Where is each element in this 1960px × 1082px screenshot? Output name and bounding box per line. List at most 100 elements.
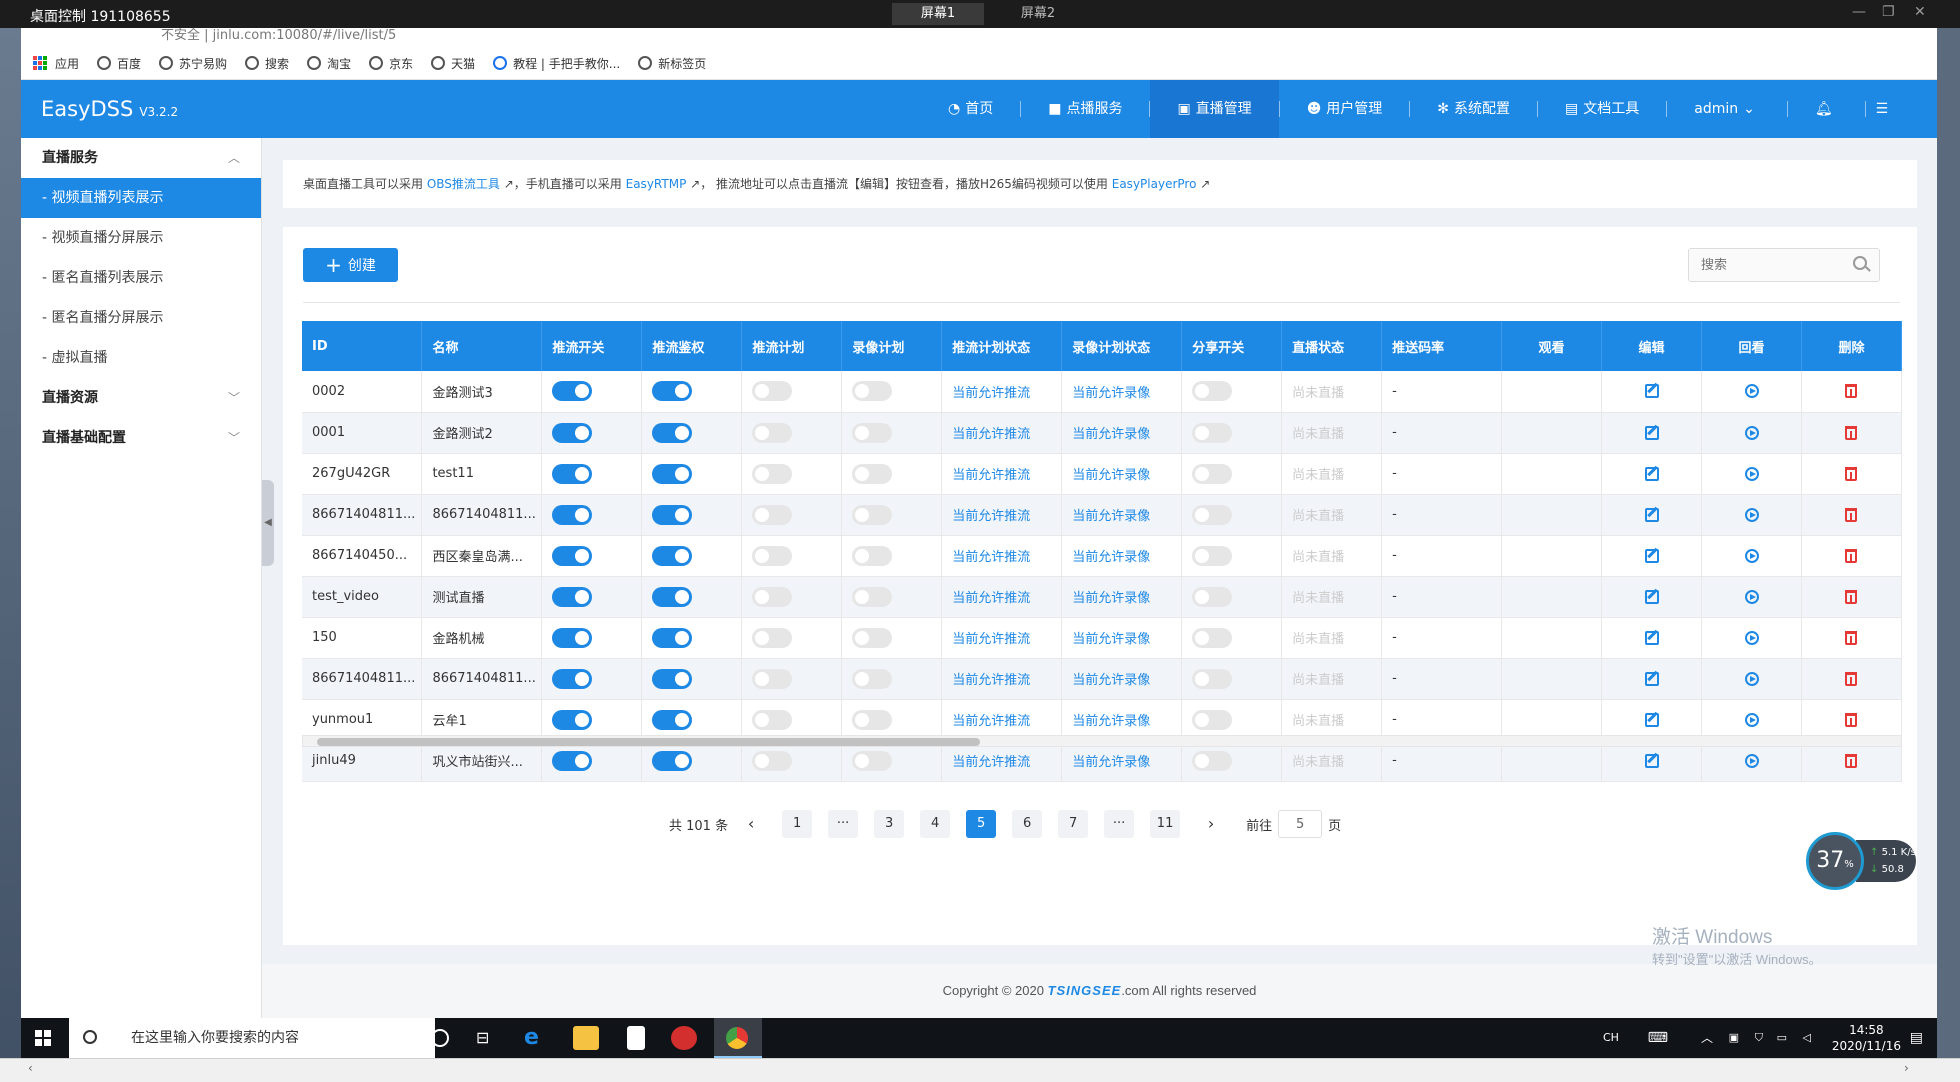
share-switch-toggle[interactable] bbox=[1192, 463, 1233, 484]
scroll-right-icon[interactable]: › bbox=[1904, 1061, 1909, 1075]
bookmark-apps[interactable]: 应用 bbox=[33, 55, 79, 72]
share-switch-toggle[interactable] bbox=[1192, 709, 1233, 730]
nav-home[interactable]: ◔ 首页 bbox=[921, 80, 1020, 138]
replay-icon[interactable] bbox=[1744, 466, 1759, 481]
user-menu[interactable]: admin ⌄ bbox=[1667, 80, 1787, 138]
replay-icon[interactable] bbox=[1744, 384, 1759, 399]
replay-icon[interactable] bbox=[1744, 753, 1759, 768]
nav-live[interactable]: ▣ 直播管理 bbox=[1150, 80, 1279, 138]
search-icon[interactable] bbox=[1853, 256, 1867, 270]
search-input[interactable] bbox=[1688, 248, 1880, 282]
push-plan-toggle[interactable] bbox=[752, 381, 793, 402]
remote-scrollbar[interactable]: ‹ › bbox=[0, 1058, 1960, 1082]
sidebar-group-live-resources[interactable]: 直播资源 ﹀ bbox=[21, 378, 261, 418]
replay-icon[interactable] bbox=[1744, 507, 1759, 522]
notification-bell[interactable]: 🔔︎ bbox=[1788, 80, 1865, 138]
record-plan-toggle[interactable] bbox=[852, 627, 893, 648]
nav-users[interactable]: ☻ 用户管理 bbox=[1280, 80, 1410, 138]
file-explorer-icon[interactable] bbox=[573, 1026, 599, 1050]
screen2-tab[interactable]: 屏幕2 bbox=[992, 3, 1084, 25]
delete-icon[interactable] bbox=[1845, 384, 1858, 399]
push-switch-toggle[interactable] bbox=[552, 504, 593, 525]
record-plan-status-link[interactable]: 当前允许录像 bbox=[1061, 494, 1183, 536]
push-plan-status-link[interactable]: 当前允许推流 bbox=[941, 535, 1063, 577]
taskbar-clock[interactable]: 14:58 2020/11/16 bbox=[1832, 1022, 1901, 1054]
delete-icon[interactable] bbox=[1845, 671, 1858, 686]
push-plan-toggle[interactable] bbox=[752, 586, 793, 607]
current-page-button[interactable]: 5 bbox=[966, 810, 997, 838]
push-plan-status-link[interactable]: 当前允许推流 bbox=[941, 371, 1063, 413]
edit-icon[interactable] bbox=[1644, 466, 1659, 481]
delete-icon[interactable] bbox=[1845, 466, 1858, 481]
push-switch-toggle[interactable] bbox=[552, 709, 593, 730]
page-button[interactable]: 3 bbox=[874, 810, 905, 838]
push-auth-toggle[interactable] bbox=[652, 750, 693, 771]
edit-icon[interactable] bbox=[1644, 548, 1659, 563]
edit-icon[interactable] bbox=[1644, 753, 1659, 768]
screen1-tab[interactable]: 屏幕1 bbox=[892, 3, 984, 25]
share-switch-toggle[interactable] bbox=[1192, 627, 1233, 648]
goto-page-input[interactable]: 5 bbox=[1278, 810, 1323, 838]
bookmark-jd[interactable]: 京东 bbox=[369, 55, 413, 72]
sidebar-group-live-service[interactable]: 直播服务 ︿ bbox=[21, 138, 261, 178]
replay-icon[interactable] bbox=[1744, 425, 1759, 440]
delete-icon[interactable] bbox=[1845, 712, 1858, 727]
bookmark-taobao[interactable]: 淘宝 bbox=[307, 55, 351, 72]
record-plan-status-link[interactable]: 当前允许录像 bbox=[1061, 576, 1183, 618]
tsingsee-logo[interactable]: TSINGSEE bbox=[1048, 983, 1122, 998]
sidebar-item-virtual-live[interactable]: - 虚拟直播 bbox=[21, 338, 261, 378]
delete-icon[interactable] bbox=[1845, 630, 1858, 645]
push-plan-toggle[interactable] bbox=[752, 504, 793, 525]
record-plan-toggle[interactable] bbox=[852, 545, 893, 566]
horizontal-scrollbar[interactable] bbox=[302, 735, 1902, 747]
share-switch-toggle[interactable] bbox=[1192, 586, 1233, 607]
record-plan-toggle[interactable] bbox=[852, 422, 893, 443]
push-plan-status-link[interactable]: 当前允许推流 bbox=[941, 412, 1063, 454]
task-view-icon[interactable]: ⊟ bbox=[476, 1026, 502, 1050]
record-plan-toggle[interactable] bbox=[852, 504, 893, 525]
replay-icon[interactable] bbox=[1744, 671, 1759, 686]
replay-icon[interactable] bbox=[1744, 712, 1759, 727]
push-switch-toggle[interactable] bbox=[552, 463, 593, 484]
push-switch-toggle[interactable] bbox=[552, 750, 593, 771]
push-switch-toggle[interactable] bbox=[552, 586, 593, 607]
record-plan-status-link[interactable]: 当前允许录像 bbox=[1061, 412, 1183, 454]
record-plan-toggle[interactable] bbox=[852, 586, 893, 607]
scrollbar-thumb[interactable] bbox=[317, 738, 980, 746]
page-button[interactable]: 6 bbox=[1012, 810, 1043, 838]
menu-toggle[interactable]: ☰ bbox=[1866, 80, 1904, 138]
push-auth-toggle[interactable] bbox=[652, 545, 693, 566]
record-plan-status-link[interactable]: 当前允许录像 bbox=[1061, 371, 1183, 413]
sidebar-group-live-config[interactable]: 直播基础配置 ﹀ bbox=[21, 418, 261, 458]
next-page-button[interactable]: › bbox=[1196, 810, 1226, 838]
taskbar-search-box[interactable]: 在这里输入你要搜索的内容 bbox=[69, 1018, 435, 1058]
push-switch-toggle[interactable] bbox=[552, 627, 593, 648]
address-bar[interactable]: 不安全 | jinlu.com:10080/#/live/list/5 bbox=[161, 24, 396, 43]
page-button[interactable]: 11 bbox=[1150, 810, 1181, 838]
notepad-icon[interactable] bbox=[627, 1026, 645, 1050]
push-plan-toggle[interactable] bbox=[752, 668, 793, 689]
sidebar-item-video-live-split[interactable]: - 视频直播分屏展示 bbox=[21, 218, 261, 258]
scroll-left-icon[interactable]: ‹ bbox=[28, 1061, 33, 1075]
bookmark-tutorial[interactable]: 教程 | 手把手教你... bbox=[493, 55, 620, 72]
cortana-icon[interactable] bbox=[431, 1029, 449, 1047]
record-plan-status-link[interactable]: 当前允许录像 bbox=[1061, 617, 1183, 659]
ime-indicator[interactable]: CH bbox=[1603, 1018, 1633, 1058]
network-speed-widget[interactable]: ↑ 5.1 K/s ↓ 50.8 K/s 37% bbox=[1806, 832, 1916, 892]
windows-start-icon[interactable] bbox=[35, 1030, 51, 1046]
push-plan-status-link[interactable]: 当前允许推流 bbox=[941, 617, 1063, 659]
bookmark-search[interactable]: 搜索 bbox=[245, 55, 289, 72]
delete-icon[interactable] bbox=[1845, 548, 1858, 563]
delete-icon[interactable] bbox=[1845, 753, 1858, 768]
replay-icon[interactable] bbox=[1744, 548, 1759, 563]
nav-vod[interactable]: ■ 点播服务 bbox=[1021, 80, 1149, 138]
record-plan-status-link[interactable]: 当前允许录像 bbox=[1061, 453, 1183, 495]
record-plan-status-link[interactable]: 当前允许录像 bbox=[1061, 699, 1183, 741]
page-button[interactable]: 4 bbox=[920, 810, 951, 838]
record-plan-status-link[interactable]: 当前允许录像 bbox=[1061, 535, 1183, 577]
record-plan-toggle[interactable] bbox=[852, 750, 893, 771]
push-plan-status-link[interactable]: 当前允许推流 bbox=[941, 494, 1063, 536]
sidebar-collapse-handle[interactable]: ◀ bbox=[262, 480, 274, 566]
sidebar-item-video-live-list[interactable]: - 视频直播列表展示 bbox=[21, 178, 261, 218]
push-plan-status-link[interactable]: 当前允许推流 bbox=[941, 576, 1063, 618]
